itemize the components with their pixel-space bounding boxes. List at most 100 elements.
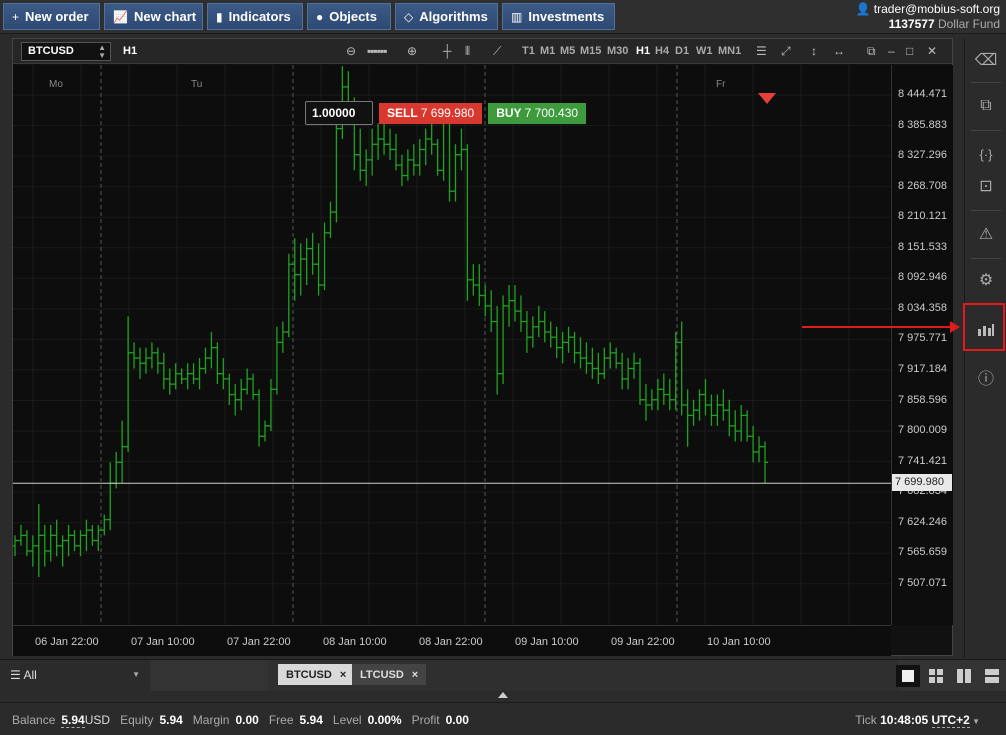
server-time: 10:48:05 (880, 713, 929, 727)
chevron-down-icon: ▼ (132, 670, 140, 679)
windows-icon[interactable]: ⧉ (965, 88, 1006, 124)
tf-h1[interactable]: H1 (636, 45, 650, 57)
indicators-label: Indicators (228, 9, 291, 24)
minimize-icon[interactable]: – (888, 44, 895, 58)
divider (971, 82, 1001, 83)
layout-rows-icon[interactable] (980, 665, 1004, 687)
time-tick-label: 08 Jan 10:00 (323, 636, 387, 648)
chart-header: BTCUSD ▲ ▼ H1 ⊖ ▪▪▪▪▪▪ ⊕ ┼ ⫴ ⟋ T1 M1 M5 M… (13, 39, 952, 64)
sell-button[interactable]: SELL 7 699.980 (379, 103, 483, 124)
price-tick-label: 7 858.596 (898, 393, 947, 406)
candle-chart-icon[interactable]: ⫴ (465, 44, 470, 59)
price-axis[interactable]: 8 444.471 8 385.883 8 327.296 8 268.708 8 21… (891, 65, 953, 625)
close-icon[interactable]: ✕ (927, 44, 937, 58)
settings-icon[interactable]: ⚙ (965, 262, 1006, 298)
time-axis[interactable]: 06 Jan 22:00 07 Jan 10:00 07 Jan 22:00 08 J… (13, 625, 891, 656)
tf-h4[interactable]: H4 (655, 45, 669, 57)
eraser-icon[interactable]: ⌫ (965, 42, 1006, 78)
line-chart-icon[interactable]: ⟋ (493, 44, 501, 59)
layout-columns-icon[interactable] (952, 665, 976, 687)
investments-button[interactable]: ▥ Investments (502, 3, 615, 30)
time-tick-label: 08 Jan 22:00 (419, 636, 483, 648)
terminal-icon[interactable]: ⊡ (965, 168, 1006, 204)
tab-btcusd[interactable]: BTCUSD × (278, 664, 355, 685)
tf-t1[interactable]: T1 (522, 45, 535, 57)
fullscreen-icon[interactable]: ⤢ (781, 44, 791, 59)
timezone-selector[interactable]: UTC+2 (931, 713, 970, 728)
layout-single-icon[interactable] (896, 665, 920, 687)
zoom-in-icon[interactable]: ⊕ (407, 44, 417, 58)
chart-plot-area[interactable]: Mo Tu Fr 1.00000 SELL 7 699.980 BUY 7 70… (13, 65, 891, 625)
equity-label: Equity (120, 713, 154, 727)
balance-label: Balance (12, 713, 56, 727)
zoom-slider[interactable]: ▪▪▪▪▪▪ (367, 44, 388, 58)
close-tab-icon[interactable]: × (412, 669, 418, 681)
detach-icon[interactable]: ⧉ (867, 44, 876, 59)
period-separator-marker (758, 93, 776, 104)
tf-m1[interactable]: M1 (540, 45, 555, 57)
warning-icon[interactable]: ⚠ (965, 216, 1006, 252)
profit-value: 0.00 (445, 713, 469, 727)
tab-ltcusd[interactable]: LTCUSD × (352, 664, 427, 685)
script-icon[interactable]: {·} (965, 136, 1006, 172)
free-label: Free (268, 713, 294, 727)
collapse-panel-icon[interactable] (498, 692, 508, 698)
tf-w1[interactable]: W1 (696, 45, 713, 57)
price-tick-label: 7 741.421 (898, 454, 947, 467)
symbol-selector[interactable]: BTCUSD ▲ ▼ (21, 42, 111, 61)
symbol-label: BTCUSD (28, 45, 74, 57)
new-order-button[interactable]: + New order (3, 3, 100, 30)
maximize-icon[interactable]: □ (906, 44, 913, 58)
divider (971, 130, 1001, 131)
indicators-button[interactable]: ▮ Indicators (207, 3, 303, 30)
plus-icon: + (12, 9, 20, 24)
sell-price: 7 699.980 (420, 106, 475, 120)
account-fund: Dollar Fund (937, 17, 1000, 31)
algorithms-icon: ◇ (404, 9, 414, 24)
tf-m15[interactable]: M15 (580, 45, 601, 57)
new-chart-label: New chart (133, 9, 197, 24)
status-bar: Balance 5.94 USD Equity 5.94 Margin 0.00 Fre… (0, 702, 1006, 735)
bar-chart-icon[interactable]: ┼ (443, 44, 452, 58)
top-toolbar: + New order 📈 New chart ▮ Indicators ● Objec… (0, 0, 1006, 34)
objects-icon: ● (316, 9, 324, 24)
highlight-box (963, 303, 1005, 351)
template-icon[interactable]: ☰ (756, 44, 767, 58)
layout-grid-icon[interactable] (924, 665, 948, 687)
tab-label: LTCUSD (360, 668, 404, 681)
price-tick-label: 8 034.358 (898, 301, 947, 314)
buy-label: BUY (496, 106, 522, 120)
user-icon: 👤 (855, 2, 871, 16)
tf-m5[interactable]: M5 (560, 45, 575, 57)
tabs-area: BTCUSD × LTCUSD × (268, 660, 898, 691)
indicators-icon: ▮ (216, 9, 223, 24)
scale-vertical-icon[interactable]: ↕ (811, 44, 817, 58)
tf-m30[interactable]: M30 (607, 45, 628, 57)
algorithms-button[interactable]: ◇ Algorithms (395, 3, 498, 30)
price-tick-label: 8 210.121 (898, 210, 947, 223)
tab-filter-select[interactable]: ☰ All ▼ (0, 660, 150, 691)
account-info[interactable]: 👤 trader@mobius-soft.org 1137577 Dollar … (855, 2, 1000, 32)
price-chart-svg (13, 65, 891, 625)
current-price-label: 7 699.980 (892, 474, 952, 492)
info-icon[interactable]: ⓘ (965, 359, 1006, 395)
buy-button[interactable]: BUY 7 700.430 (488, 103, 587, 124)
scale-horizontal-icon[interactable]: ↔ (833, 44, 845, 58)
time-tick-label: 09 Jan 10:00 (515, 636, 579, 648)
day-label: Tu (191, 79, 203, 90)
chevron-down-icon[interactable]: ▼ (970, 717, 980, 726)
divider (971, 210, 1001, 211)
chart-tabs-bar: ☰ All ▼ BTCUSD × LTCUSD × (0, 659, 1006, 691)
tab-label: BTCUSD (286, 668, 332, 681)
time-tick-label: 06 Jan 22:00 (35, 636, 99, 648)
tf-d1[interactable]: D1 (675, 45, 689, 57)
time-tick-label: 09 Jan 22:00 (611, 636, 675, 648)
quantity-input[interactable]: 1.00000 (305, 101, 373, 125)
zoom-out-icon[interactable]: ⊖ (346, 44, 356, 58)
price-tick-label: 8 092.946 (898, 271, 947, 284)
close-tab-icon[interactable]: × (340, 669, 346, 681)
objects-button[interactable]: ● Objects (307, 3, 391, 30)
tf-mn1[interactable]: MN1 (718, 45, 741, 57)
new-chart-button[interactable]: 📈 New chart (104, 3, 203, 30)
spin-icon: ▲ ▼ (98, 43, 106, 60)
